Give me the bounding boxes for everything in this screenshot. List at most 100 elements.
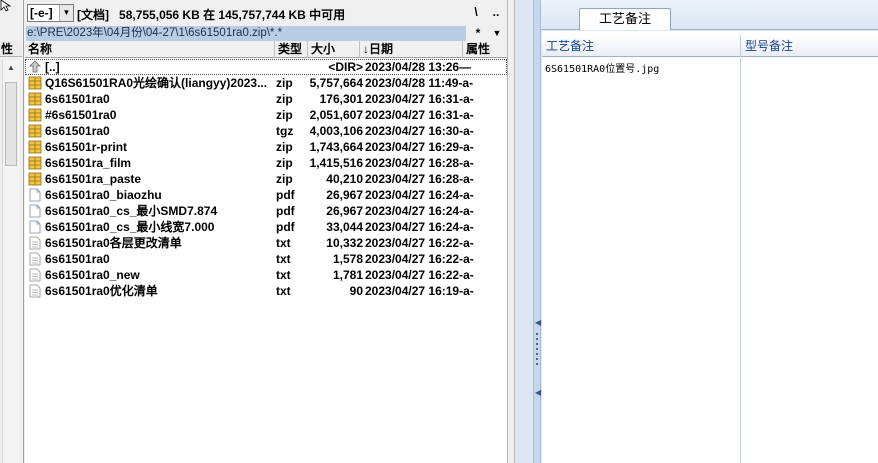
archive-icon (28, 172, 42, 186)
root-dir-button[interactable]: \ (469, 5, 483, 19)
file-ext: tgz (276, 124, 294, 138)
file-row[interactable]: 6s61501ra0各层更改清单 txt 10,332 2023/04/27 16:2… (25, 235, 507, 251)
archive-icon (28, 108, 42, 122)
file-row[interactable]: 6s61501ra0_cs_最小线宽7.000 pdf 33,044 2023/04/… (25, 219, 507, 235)
file-name: 6s61501ra0优化清单 (45, 284, 158, 298)
notes-grid-header: 工艺备注 型号备注 (542, 35, 878, 57)
file-date: 2023/04/28 13:26— (365, 60, 472, 74)
column-header-craft-notes[interactable]: 工艺备注 (542, 35, 741, 57)
file-size: 1,415,516 (309, 156, 363, 170)
file-name: 6s61501ra0_biaozhu (45, 188, 162, 202)
archive-icon (28, 156, 42, 170)
file-name: 6s61501ra0 (45, 92, 110, 106)
column-header-name[interactable]: 名称 (25, 41, 275, 58)
file-row[interactable]: 6s61501ra_paste zip 40,210 2023/04/27 16:28… (25, 171, 507, 187)
file-name: 6s61501ra0 (45, 252, 110, 266)
chevron-down-icon[interactable]: ▼ (59, 5, 73, 21)
file-size: 40,210 (326, 172, 363, 186)
file-size: 33,044 (326, 220, 363, 234)
tab-craft-notes[interactable]: 工艺备注 (579, 8, 671, 30)
file-date: 2023/04/27 16:31-a- (365, 108, 474, 122)
file-row[interactable]: #6s61501ra0 zip 2,051,607 2023/04/27 16:31-… (25, 107, 507, 123)
file-row[interactable]: 6s61501ra0 tgz 4,003,106 2023/04/27 16:30-a… (25, 123, 507, 139)
column-header-attr[interactable]: 属性 (463, 41, 507, 58)
file-row[interactable]: 6s61501ra0优化清单 txt 90 2023/04/27 16:19-a- (25, 283, 507, 299)
file-row[interactable]: 6s61501ra0 txt 1,578 2023/04/27 16:22-a- (25, 251, 507, 267)
archive-icon (28, 124, 42, 138)
file-ext: pdf (276, 220, 295, 234)
left-pane-scrollbar[interactable]: ▲ (2, 60, 19, 463)
notes-panel: ◀ ◀ 工艺备注 工艺备注 型号备注 6S61501RA0位置号.jpg (515, 0, 878, 463)
collapse-arrow-icon[interactable]: ◀ (535, 388, 541, 397)
document-icon (28, 188, 42, 202)
file-size: 2,051,607 (309, 108, 363, 122)
current-path[interactable]: e:\PRE\2023年\04月份\04-27\1\6s61501ra0.zip… (26, 26, 466, 41)
file-name: 6s61501ra0_cs_最小SMD7.874 (45, 204, 218, 218)
drive-select[interactable]: [-e-] ▼ (27, 4, 74, 22)
file-ext: pdf (276, 188, 295, 202)
left-pane-column-header[interactable]: 性 (0, 41, 22, 57)
file-date: 2023/04/27 16:31-a- (365, 92, 474, 106)
archive-icon (28, 92, 42, 106)
file-size: 26,967 (326, 188, 363, 202)
file-list: [..] <DIR> 2023/04/28 13:26— Q16S61501RA0光绘… (25, 59, 507, 299)
file-ext: zip (276, 140, 293, 154)
free-space-text: 58,755,056 KB 在 145,757,744 KB 中可用 (119, 8, 346, 22)
file-row[interactable]: 6s61501r-print zip 1,743,664 2023/04/27 16:… (25, 139, 507, 155)
column-header-model-notes[interactable]: 型号备注 (741, 35, 878, 57)
history-button[interactable]: * (472, 26, 484, 41)
file-ext: zip (276, 172, 293, 186)
file-ext: zip (276, 156, 293, 170)
file-row[interactable]: 6s61501ra_film zip 1,415,516 2023/04/27 16:… (25, 155, 507, 171)
favorites-dropdown-icon[interactable]: ▼ (490, 26, 504, 41)
file-name: 6s61501ra_film (45, 156, 132, 170)
file-row[interactable]: 6s61501ra0_cs_最小SMD7.874 pdf 26,967 2023/04… (25, 203, 507, 219)
craft-notes-cell[interactable]: 6S61501RA0位置号.jpg (542, 58, 741, 463)
file-size: <DIR> (328, 60, 363, 74)
collapse-arrow-icon[interactable]: ◀ (535, 318, 541, 327)
file-date: 2023/04/27 16:24-a- (365, 204, 474, 218)
file-ext: txt (276, 252, 291, 266)
left-pane-strip: 性 ▲ (0, 0, 24, 463)
column-header-date[interactable]: ↓日期 (360, 41, 463, 58)
parent-folder-icon (28, 60, 42, 74)
archive-icon (28, 140, 42, 154)
file-name: 6s61501ra0 (45, 124, 110, 138)
file-date: 2023/04/27 16:28-a- (365, 156, 474, 170)
archive-icon (28, 76, 42, 90)
grip-icon[interactable] (534, 330, 540, 390)
file-name: 6s61501ra0_cs_最小线宽7.000 (45, 220, 215, 234)
parent-dir-button[interactable]: .. (489, 5, 503, 19)
drive-info: [文档] 58,755,056 KB 在 145,757,744 KB 中可用 (77, 6, 345, 23)
file-row[interactable]: 6s61501ra0_new txt 1,781 2023/04/27 16:22-a… (25, 267, 507, 283)
file-row[interactable]: [..] <DIR> 2023/04/28 13:26— (25, 59, 507, 75)
model-notes-cell[interactable] (741, 58, 878, 463)
file-date: 2023/04/27 16:19-a- (365, 284, 474, 298)
file-size: 90 (349, 284, 363, 298)
file-date: 2023/04/27 16:30-a- (365, 124, 474, 138)
path-bar: e:\PRE\2023年\04月份\04-27\1\6s61501ra0.zip… (25, 26, 507, 41)
file-name: 6s61501ra0各层更改清单 (45, 236, 182, 250)
column-header-size[interactable]: 大小 (308, 41, 360, 58)
file-row[interactable]: 6s61501ra0_biaozhu pdf 26,967 2023/04/27 16… (25, 187, 507, 203)
scroll-thumb[interactable] (5, 82, 17, 166)
file-size: 10,332 (326, 236, 363, 250)
file-date: 2023/04/27 16:29-a- (365, 140, 474, 154)
file-size: 1,781 (332, 268, 363, 282)
file-ext: zip (276, 76, 293, 90)
craft-notes-text: 6S61501RA0位置号.jpg (545, 64, 660, 75)
drive-select-value: [-e-] (30, 6, 53, 20)
file-date: 2023/04/27 16:22-a- (365, 268, 474, 282)
file-ext: txt (276, 236, 291, 250)
drive-bar: [-e-] ▼ [文档] 58,755,056 KB 在 145,757,744… (25, 0, 507, 26)
notes-grid: 工艺备注 型号备注 6S61501RA0位置号.jpg (542, 31, 878, 463)
column-header-ext[interactable]: 类型 (275, 41, 308, 58)
file-ext: pdf (276, 204, 295, 218)
file-row[interactable]: 6s61501ra0 zip 176,301 2023/04/27 16:31-a- (25, 91, 507, 107)
panel-splitter[interactable] (507, 0, 515, 463)
file-name: 6s61501ra0_new (45, 268, 140, 282)
scroll-up-icon[interactable]: ▲ (3, 60, 19, 76)
text-file-icon (28, 284, 42, 298)
file-row[interactable]: Q16S61501RA0光绘确认(liangyy)2023... zip 5,757… (25, 75, 507, 91)
file-ext: zip (276, 108, 293, 122)
